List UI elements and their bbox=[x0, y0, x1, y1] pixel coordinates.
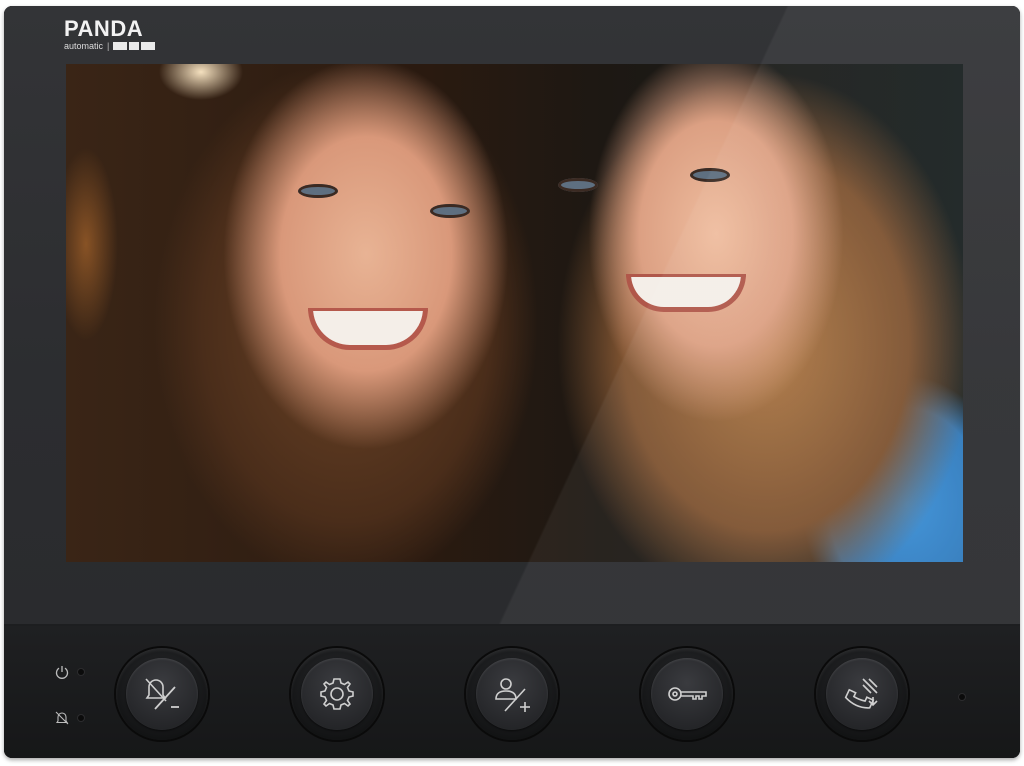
button-face bbox=[826, 658, 898, 730]
screen-bezel: PANDA automatic | bbox=[4, 6, 1020, 626]
contact-volume-up-button[interactable] bbox=[466, 648, 558, 740]
settings-gear-icon bbox=[320, 678, 354, 710]
call-answer-button[interactable] bbox=[816, 648, 908, 740]
video-screen[interactable] bbox=[66, 64, 963, 562]
camera-feed-image bbox=[66, 64, 963, 562]
eye-shape bbox=[558, 178, 598, 192]
mute-minus-icon bbox=[145, 678, 179, 710]
power-icon bbox=[55, 666, 69, 679]
brand-tagline: automatic bbox=[64, 41, 104, 51]
brand-tagline-row: automatic | bbox=[64, 40, 156, 52]
door-key-icon bbox=[668, 687, 707, 701]
mute-indicator bbox=[54, 710, 84, 726]
mute-volume-down-button[interactable] bbox=[116, 648, 208, 740]
mute-led bbox=[78, 715, 84, 721]
eye-shape bbox=[690, 168, 730, 182]
button-face bbox=[651, 658, 723, 730]
smile-shape bbox=[626, 274, 746, 312]
logo-separator: | bbox=[107, 41, 110, 51]
control-panel bbox=[4, 626, 1020, 758]
contact-add-icon bbox=[495, 678, 530, 712]
button-face bbox=[476, 658, 548, 730]
settings-button[interactable] bbox=[291, 648, 383, 740]
button-face bbox=[301, 658, 373, 730]
intercom-monitor: PANDA automatic | bbox=[4, 6, 1020, 758]
logo-bars-icon bbox=[113, 42, 156, 50]
eye-shape bbox=[430, 204, 470, 218]
status-led bbox=[959, 694, 965, 700]
eye-shape bbox=[298, 184, 338, 198]
handset-transfer-icon bbox=[844, 678, 878, 709]
smile-shape bbox=[308, 308, 428, 350]
brand-logo: PANDA automatic | bbox=[64, 16, 156, 52]
button-face bbox=[126, 658, 198, 730]
power-led bbox=[78, 669, 84, 675]
brand-name: PANDA bbox=[64, 16, 144, 41]
bell-muted-icon bbox=[55, 711, 69, 725]
power-indicator bbox=[54, 664, 84, 680]
door-unlock-button[interactable] bbox=[641, 648, 733, 740]
